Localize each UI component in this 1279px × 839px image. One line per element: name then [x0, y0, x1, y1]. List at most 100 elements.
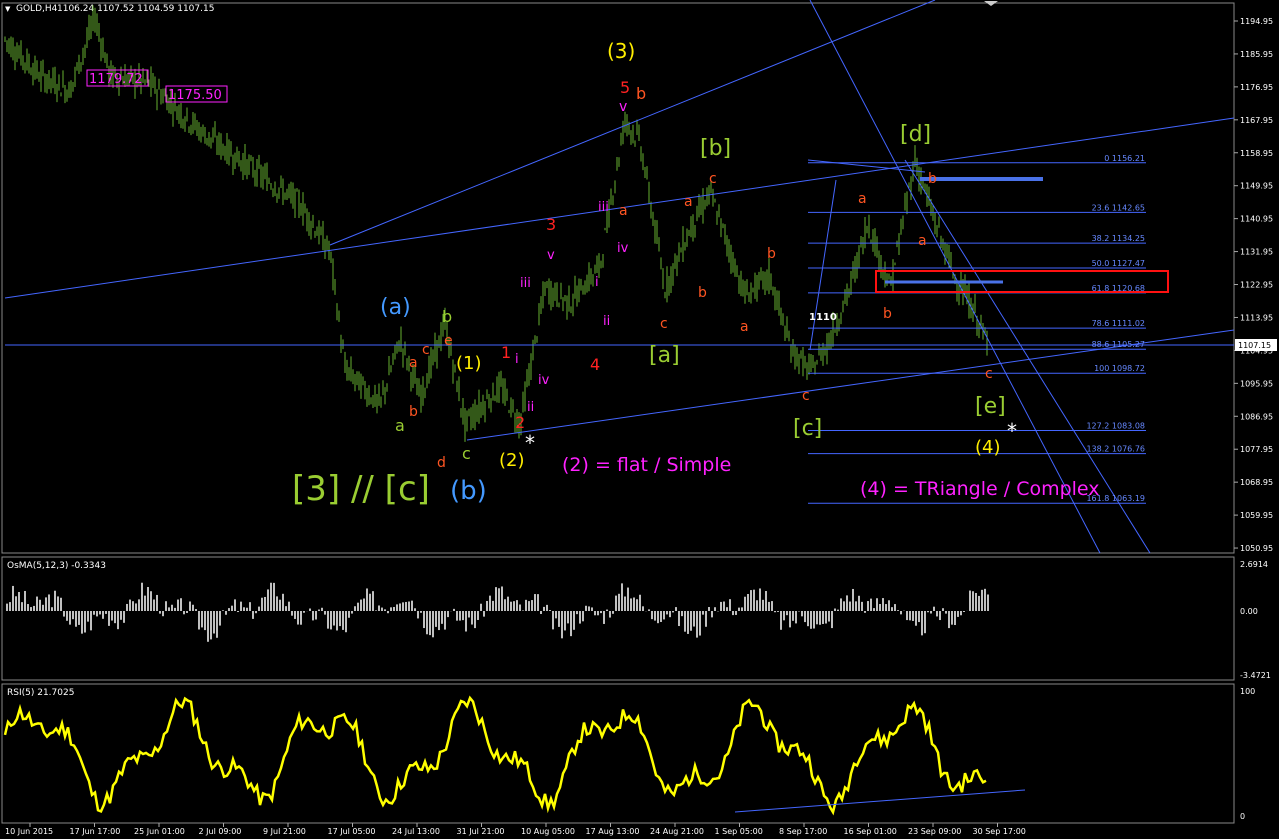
- osma-bar: [114, 611, 116, 624]
- wave-bracket-d: [d]: [900, 122, 931, 147]
- osma-bar: [171, 604, 173, 611]
- osma-bar: [849, 601, 851, 611]
- osma-bar: [918, 611, 920, 623]
- wave-iv-mid: iv: [617, 241, 629, 256]
- osma-bar: [27, 604, 29, 611]
- trading-chart[interactable]: ▼ GOLD,H4 1106.24 1107.52 1104.59 1107.1…: [0, 0, 1279, 839]
- rsi-header: RSI(5) 21.7025: [7, 688, 74, 698]
- osma-bar: [882, 598, 884, 611]
- fib-label: 100 1098.72: [1094, 364, 1145, 373]
- osma-bar: [369, 593, 371, 611]
- osma-bar: [381, 607, 383, 611]
- wave-b-top: b: [636, 84, 646, 103]
- osma-bar: [345, 611, 347, 633]
- osma-bar: [420, 611, 422, 613]
- osma-bar: [309, 608, 311, 611]
- osma-bar: [546, 604, 548, 611]
- osma-bar: [105, 611, 107, 614]
- osma-bar: [315, 611, 317, 620]
- osma-bar: [807, 611, 809, 627]
- osma-bar: [720, 601, 722, 611]
- osma-bar: [300, 611, 302, 625]
- wave-3-red: 3: [546, 215, 556, 234]
- osma-bar: [321, 607, 323, 611]
- wave-b-red-2: b: [767, 246, 776, 262]
- osma-bar: [504, 599, 506, 611]
- osma-bar: [180, 598, 182, 611]
- osma-bar: [624, 596, 626, 611]
- osma-bar: [633, 597, 635, 611]
- osma-bar: [141, 582, 143, 611]
- osma-bar: [222, 610, 224, 611]
- ohlc-header: 1106.24 1107.52 1104.59 1107.15: [57, 4, 214, 14]
- price-tick-label: 1149.95: [1240, 182, 1273, 191]
- chart-dropdown-icon[interactable]: ▼: [5, 5, 11, 13]
- osma-bar: [39, 599, 41, 611]
- fib-label: 50.0 1127.47: [1092, 259, 1145, 268]
- osma-bar: [672, 611, 674, 613]
- osma-bar: [699, 611, 701, 636]
- osma-bar: [948, 611, 950, 629]
- osma-bar: [936, 611, 938, 617]
- osma-bar: [348, 611, 350, 618]
- osma-bar: [870, 598, 872, 611]
- wave-5-label: 5: [620, 78, 630, 97]
- osma-bar: [198, 611, 200, 630]
- osma-bar: [384, 609, 386, 611]
- wave-bracket-a: [a]: [649, 343, 680, 368]
- osma-bar: [963, 611, 965, 612]
- wave-2-red: 2: [515, 413, 525, 432]
- fib-label: 0 1156.21: [1104, 154, 1145, 163]
- price-tick-label: 1167.95: [1240, 116, 1273, 125]
- osma-bar: [813, 611, 815, 629]
- osma-bar: [66, 611, 68, 621]
- osma-bar: [651, 611, 653, 620]
- osma-bar: [780, 611, 782, 630]
- fib-label: 23.6 1142.65: [1092, 203, 1145, 212]
- osma-bar: [471, 611, 473, 625]
- osma-bar: [54, 590, 56, 611]
- price-tick-label: 1086.95: [1240, 412, 1273, 421]
- osma-bar: [177, 599, 179, 611]
- osma-bar: [213, 611, 215, 634]
- trendline: [809, 179, 837, 351]
- time-tick-label: 25 Jun 01:00: [134, 827, 185, 836]
- price-tick-label: 1140.95: [1240, 215, 1273, 224]
- osma-bar: [393, 606, 395, 611]
- osma-bar: [267, 589, 269, 611]
- price-axis: 1194.95 1185.95 1176.95 1167.95 1158.95 1149.…: [1234, 17, 1273, 821]
- osma-bar: [480, 603, 482, 611]
- osma-bar: [240, 601, 242, 611]
- osma-bar: [759, 588, 761, 611]
- osma-bar: [819, 611, 821, 625]
- osma-bar: [51, 607, 53, 611]
- price-tick-label: 1113.95: [1240, 313, 1273, 322]
- osma-bar: [603, 611, 605, 624]
- wave-ii-low: ii: [527, 400, 534, 415]
- osma-bar: [564, 611, 566, 631]
- osma-bar: [630, 598, 632, 611]
- osma-bar: [219, 611, 221, 626]
- osma-bar: [549, 610, 551, 611]
- osma-bar: [579, 611, 581, 624]
- osma-bar: [468, 611, 470, 618]
- osma-bar: [912, 611, 914, 621]
- osma-bar: [126, 603, 128, 611]
- time-axis: 10 Jun 2015 17 Jun 17:00 25 Jun 01:00 2 Jul…: [5, 823, 1026, 836]
- osma-bar: [186, 611, 188, 614]
- wave-4-red: 4: [590, 355, 600, 374]
- osma-bar: [876, 598, 878, 611]
- osma-bar: [357, 602, 359, 611]
- osma-bar: [96, 611, 98, 617]
- osma-bar: [561, 611, 563, 639]
- osma-bar: [525, 599, 527, 611]
- osma-bar: [162, 611, 164, 617]
- fib-label: 38.2 1134.25: [1092, 234, 1145, 243]
- osma-bar: [6, 603, 8, 611]
- wave-b-d: b: [928, 171, 937, 187]
- flat-note: (2) = flat / Simple: [562, 454, 731, 476]
- osma-bar: [459, 611, 461, 621]
- osma-bar: [303, 611, 305, 613]
- osma-bar: [24, 590, 26, 611]
- wave-iv-low: iv: [538, 373, 550, 388]
